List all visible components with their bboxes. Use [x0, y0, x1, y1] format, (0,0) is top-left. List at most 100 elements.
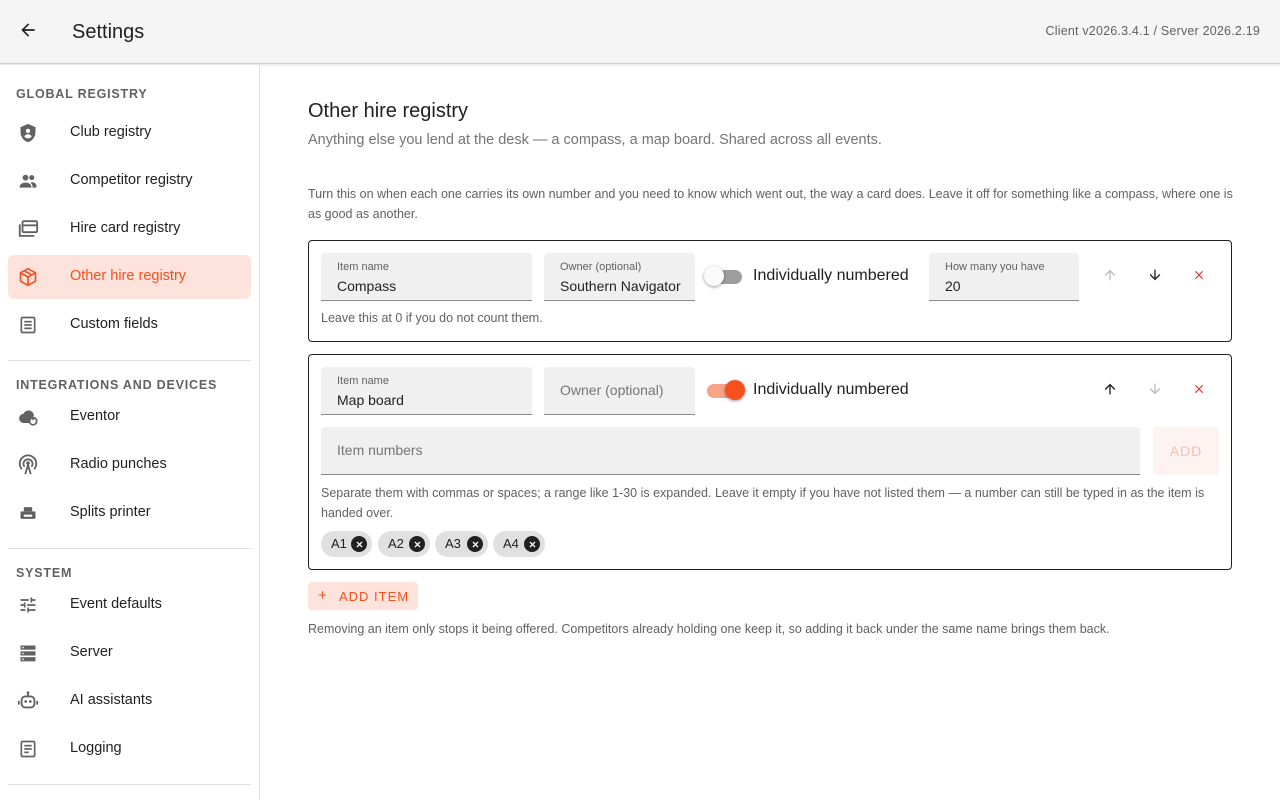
number-chip: A1 [321, 531, 372, 557]
field-value: Map board [337, 392, 404, 408]
arrow-up-icon [1102, 381, 1118, 402]
sidebar-divider [8, 548, 251, 549]
sidebar-item-club-registry[interactable]: Club registry [8, 111, 251, 155]
hire-item-card: Item name Compass Owner (optional) South… [308, 240, 1232, 342]
sidebar-divider [8, 784, 251, 785]
sidebar-item-label: Event defaults [70, 596, 162, 612]
add-item-button[interactable]: + ADD ITEM [308, 582, 418, 610]
field-label: Item name [337, 261, 389, 273]
numbered-help-text: Turn this on when each one carries its o… [308, 187, 1233, 221]
app-bar: Settings Client v2026.3.4.1 / Server 202… [0, 0, 1280, 64]
field-value: 20 [945, 278, 961, 294]
chip-remove-icon[interactable] [351, 536, 367, 552]
field-placeholder: Item numbers [337, 442, 423, 458]
arrow-down-icon [1147, 381, 1163, 402]
field-label: Item name [337, 375, 389, 387]
sidebar-item-label: Club registry [70, 124, 152, 140]
toggle-label: Individually numbered [753, 267, 909, 284]
move-down-button[interactable] [1139, 375, 1171, 407]
plus-icon: + [318, 587, 327, 604]
individually-numbered-toggle[interactable] [704, 266, 744, 286]
sidebar-item-label: AI assistants [70, 692, 153, 708]
move-up-button[interactable] [1094, 261, 1126, 293]
individually-numbered-toggle[interactable] [705, 380, 745, 400]
remove-item-button[interactable] [1183, 375, 1215, 407]
sidebar-item-label: Splits printer [70, 504, 151, 520]
section-integrations: INTEGRATIONS AND DEVICES [16, 378, 218, 392]
sidebar-item-label: Hire card registry [70, 220, 181, 236]
back-button[interactable] [12, 16, 44, 48]
sidebar-item-radio-punches[interactable]: Radio punches [8, 443, 251, 487]
close-icon [1192, 268, 1206, 287]
sidebar-item-label: Custom fields [70, 316, 158, 332]
shield-account-icon [16, 121, 40, 145]
sidebar-item-hire-card-registry[interactable]: Hire card registry [8, 207, 251, 251]
server-icon [16, 641, 40, 665]
chip-label: A2 [388, 536, 404, 551]
printer-icon [16, 501, 40, 525]
tune-icon [16, 593, 40, 617]
move-down-button[interactable] [1139, 261, 1171, 293]
chip-label: A3 [445, 536, 461, 551]
toggle-label: Individually numbered [753, 381, 909, 398]
add-numbers-button[interactable]: ADD [1153, 427, 1219, 475]
owner-field[interactable]: Owner (optional) [544, 367, 695, 415]
section-system: SYSTEM [16, 566, 73, 580]
chip-label: A4 [503, 536, 519, 551]
radio-tower-icon [16, 453, 40, 477]
chip-remove-icon[interactable] [467, 536, 483, 552]
sidebar-item-label: Radio punches [70, 456, 167, 472]
log-icon [16, 737, 40, 761]
arrow-up-icon [1102, 267, 1118, 288]
section-title: Other hire registry [308, 100, 469, 122]
package-icon [16, 265, 40, 289]
sidebar-item-other-hire-registry[interactable]: Other hire registry [8, 255, 251, 299]
cloud-sync-icon [16, 405, 40, 429]
field-value: Compass [337, 278, 397, 294]
field-label: How many you have [945, 261, 1045, 273]
item-name-field[interactable]: Item name Compass [321, 253, 532, 301]
close-icon [1192, 382, 1206, 401]
arrow-down-icon [1147, 267, 1163, 288]
field-placeholder: Owner (optional) [560, 382, 664, 398]
move-up-button[interactable] [1094, 375, 1126, 407]
number-chip: A4 [493, 531, 545, 557]
section-global-registry: GLOBAL REGISTRY [16, 87, 148, 101]
sidebar-item-ai-assistants[interactable]: AI assistants [8, 679, 251, 723]
sidebar-item-eventor[interactable]: Eventor [8, 395, 251, 439]
chip-remove-icon[interactable] [409, 536, 425, 552]
sidebar-divider [8, 360, 251, 361]
sidebar-item-event-defaults[interactable]: Event defaults [8, 583, 251, 627]
sidebar: GLOBAL REGISTRY Club registry Competitor… [0, 65, 260, 800]
number-chip: A2 [378, 531, 430, 557]
count-field[interactable]: How many you have 20 [929, 253, 1079, 301]
cards-icon [16, 217, 40, 241]
removal-note: Removing an item only stops it being off… [308, 622, 1110, 636]
page-title: Settings [72, 21, 145, 43]
sidebar-item-label: Server [70, 644, 113, 660]
sidebar-item-splits-printer[interactable]: Splits printer [8, 491, 251, 535]
sidebar-item-custom-fields[interactable]: Custom fields [8, 303, 251, 347]
chip-remove-icon[interactable] [524, 536, 540, 552]
form-icon [16, 313, 40, 337]
sidebar-item-logging[interactable]: Logging [8, 727, 251, 771]
remove-item-button[interactable] [1183, 261, 1215, 293]
main-content: Other hire registry Anything else you le… [260, 65, 1280, 800]
section-subtitle: Anything else you lend at the desk — a c… [308, 132, 882, 148]
numbers-hint: Separate them with commas or spaces; a r… [321, 486, 1205, 520]
field-value: Southern Navigator [560, 278, 681, 294]
item-name-field[interactable]: Item name Map board [321, 367, 532, 415]
sidebar-item-label: Eventor [70, 408, 120, 424]
item-numbers-field[interactable]: Item numbers [321, 427, 1140, 475]
sidebar-item-label: Competitor registry [70, 172, 193, 188]
hire-item-card: Item name Map board Owner (optional) Ind… [308, 354, 1232, 570]
sidebar-item-competitor-registry[interactable]: Competitor registry [8, 159, 251, 203]
sidebar-item-label: Logging [70, 740, 122, 756]
number-chip: A3 [435, 531, 488, 557]
arrow-back-icon [18, 20, 38, 45]
owner-field[interactable]: Owner (optional) Southern Navigator [544, 253, 695, 301]
add-item-label: ADD ITEM [339, 589, 410, 604]
people-icon [16, 169, 40, 193]
robot-icon [16, 689, 40, 713]
sidebar-item-server[interactable]: Server [8, 631, 251, 675]
